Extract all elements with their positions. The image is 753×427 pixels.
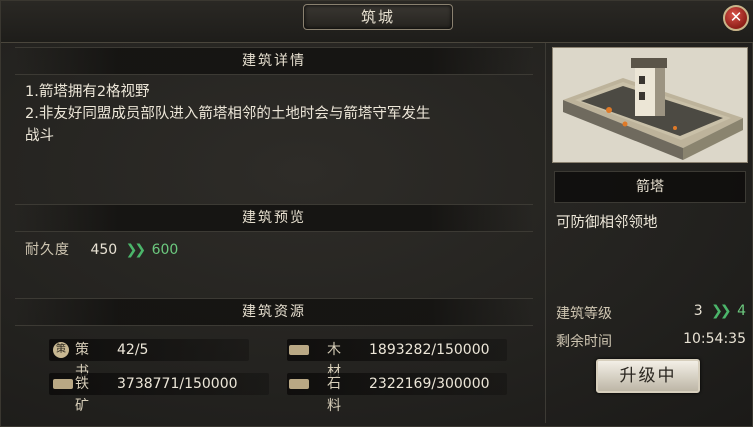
durability-next: 600 — [151, 242, 179, 258]
durability-current: 450 — [90, 242, 118, 258]
level-label: 建筑等级 — [556, 306, 612, 322]
upgrading-button[interactable]: 升级中 — [596, 359, 700, 393]
building-name: 箭塔 — [554, 171, 746, 203]
building-image — [552, 47, 748, 163]
right-panel: 箭塔 可防御相邻领地 建筑等级 3 ❯❯ 4 剩余时间 10:54:35 升级中 — [545, 43, 751, 423]
level-next: 4 — [737, 303, 746, 319]
iron-anvil-icon — [53, 379, 73, 389]
level-value: 3 ❯❯ 4 — [694, 303, 746, 319]
building-level-row: 建筑等级 3 ❯❯ 4 — [556, 303, 748, 323]
wood-icon — [289, 345, 309, 355]
construction-window: 筑城 ✕ 建筑详情 1.箭塔拥有2格视野 2.非友好同盟成员部队进入箭塔相邻的土… — [0, 0, 753, 427]
left-panel: 建筑详情 1.箭塔拥有2格视野 2.非友好同盟成员部队进入箭塔相邻的土地时会与箭… — [15, 43, 533, 423]
book-seal-icon: 策 — [53, 342, 69, 358]
resource-value: 3738771/150000 — [117, 376, 238, 392]
remaining-time-row: 剩余时间 10:54:35 — [556, 331, 748, 351]
resources-header: 建筑资源 — [15, 298, 533, 326]
detail-line: 1.箭塔拥有2格视野 — [25, 84, 150, 100]
resource-value: 1893282/150000 — [369, 342, 490, 358]
details-header: 建筑详情 — [15, 47, 533, 75]
stone-icon — [289, 379, 309, 389]
time-value: 10:54:35 — [683, 331, 746, 347]
resource-value: 42/5 — [117, 342, 149, 358]
detail-line: 2.非友好同盟成员部队进入箭塔相邻的土地时会与箭塔守军发生 — [25, 106, 431, 122]
upgrade-arrow-icon: ❯❯ — [125, 242, 147, 258]
titlebar: 筑城 ✕ — [1, 1, 753, 43]
level-current: 3 — [693, 303, 703, 319]
close-icon[interactable]: ✕ — [730, 8, 743, 26]
building-description: 可防御相邻领地 — [556, 215, 658, 231]
preview-header: 建筑预览 — [15, 204, 533, 232]
durability-row: 耐久度 450 ❯❯ 600 — [25, 239, 178, 259]
resource-name: 石料 — [327, 376, 341, 414]
detail-line: 战斗 — [25, 128, 54, 144]
durability-label: 耐久度 — [25, 242, 70, 258]
window-title: 筑城 — [303, 4, 453, 30]
resource-name: 铁矿 — [75, 376, 89, 414]
upgrade-arrow-icon: ❯❯ — [711, 303, 732, 319]
time-label: 剩余时间 — [556, 334, 612, 350]
arrow-tower-illustration — [553, 48, 747, 162]
details-text: 1.箭塔拥有2格视野 2.非友好同盟成员部队进入箭塔相邻的土地时会与箭塔守军发生… — [25, 81, 530, 147]
close-button[interactable]: ✕ — [723, 5, 749, 31]
resource-value: 2322169/300000 — [369, 376, 490, 392]
